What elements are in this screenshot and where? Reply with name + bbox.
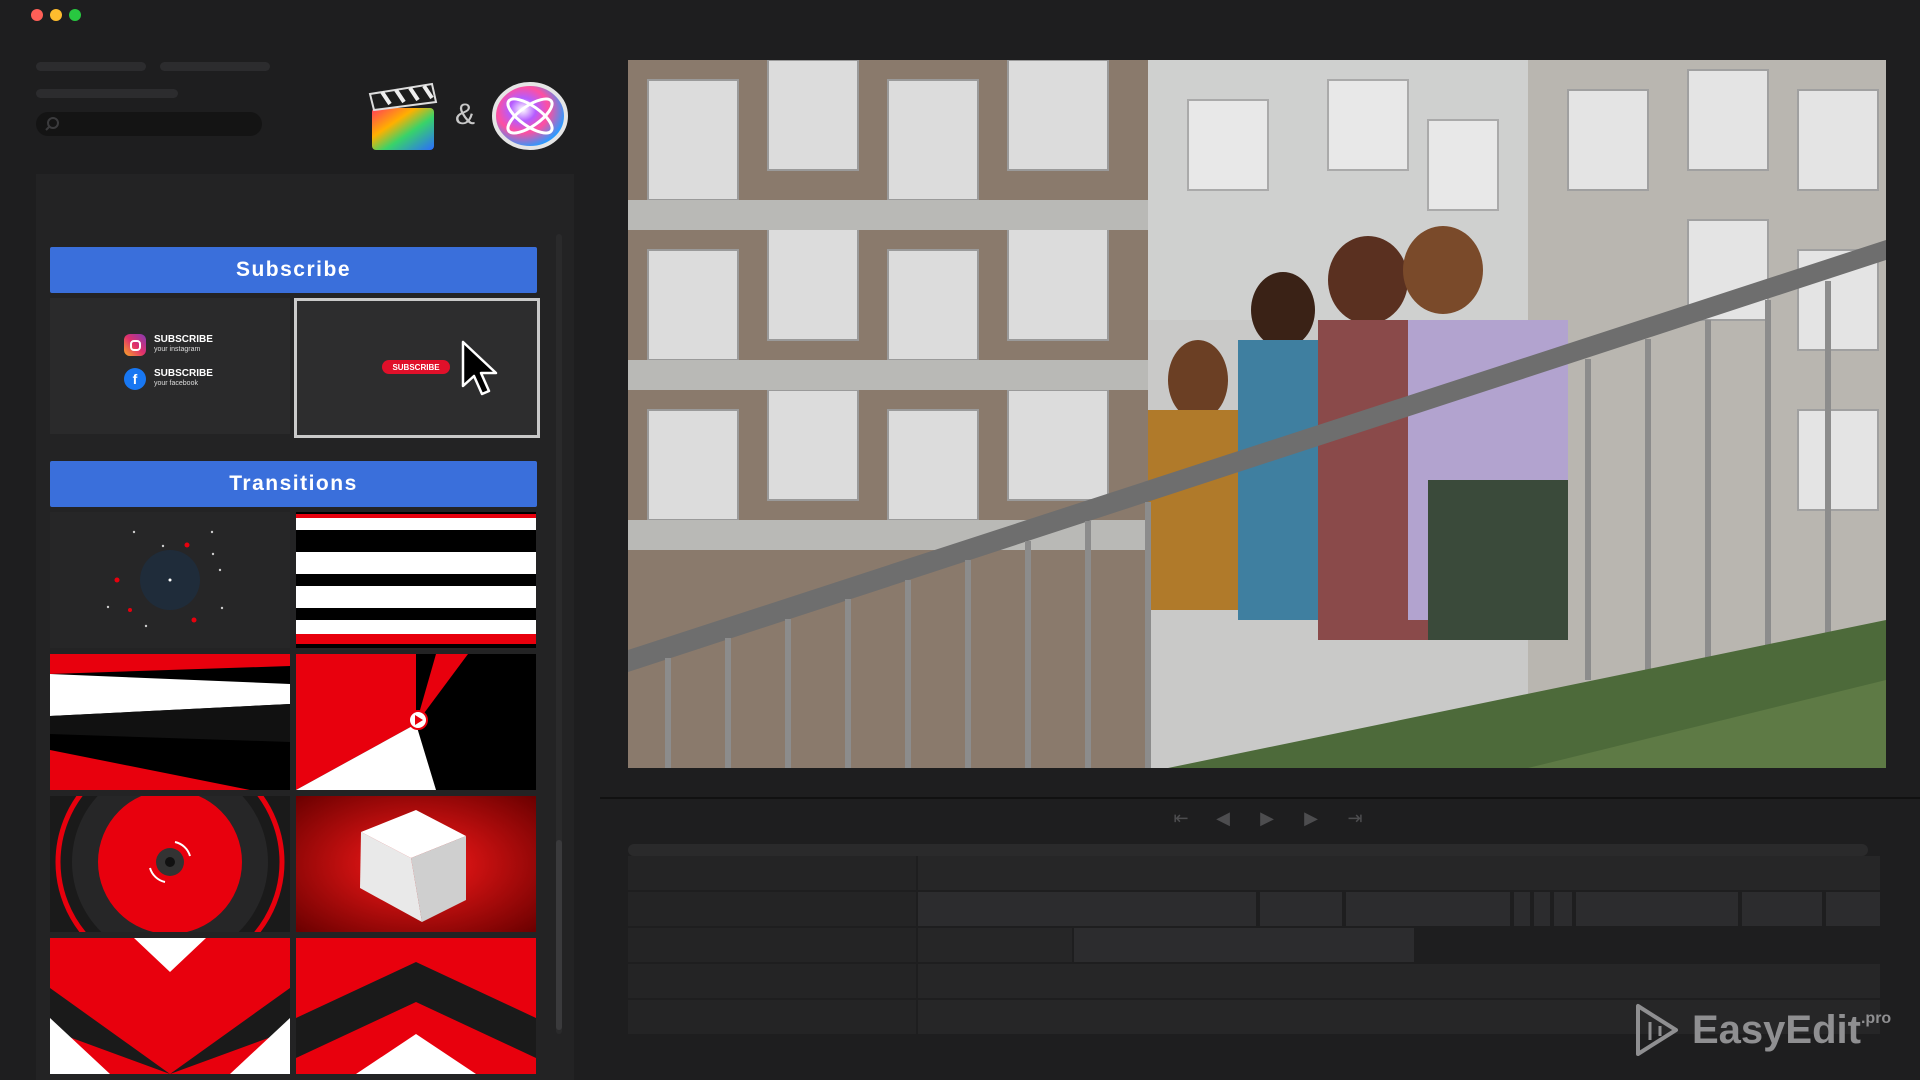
timeline-clip[interactable] xyxy=(1534,892,1550,926)
timeline-clip[interactable] xyxy=(1514,892,1530,926)
cursor-icon xyxy=(461,340,498,396)
track-header xyxy=(628,928,916,962)
thumbnail-transition-swoosh[interactable] xyxy=(50,654,290,790)
timeline-track[interactable] xyxy=(918,928,1072,962)
browser-scrollbar-thumb[interactable] xyxy=(556,840,562,1030)
close-window-button[interactable] xyxy=(31,9,43,21)
thumbnail-subscribe-button[interactable]: SUBSCRIBE xyxy=(294,298,540,438)
go-to-start-icon[interactable]: ⇤ xyxy=(1166,806,1196,830)
timeline-clip[interactable] xyxy=(1074,928,1414,962)
category-transitions-header[interactable]: Transitions xyxy=(50,461,537,507)
track-header xyxy=(628,964,916,998)
final-cut-pro-icon xyxy=(366,80,442,154)
play-icon[interactable]: ▶︎ xyxy=(1252,806,1282,830)
timeline-clip[interactable] xyxy=(1826,892,1880,926)
instagram-subscribe-subtitle: your instagram xyxy=(154,346,201,353)
category-transitions-title: Transitions xyxy=(229,472,358,495)
minimize-window-button[interactable] xyxy=(50,9,62,21)
thumbnail-transition-chevron-down[interactable] xyxy=(50,938,290,1074)
instagram-subscribe-title: SUBSCRIBE xyxy=(154,334,213,345)
track-header xyxy=(628,856,916,890)
timeline-ruler[interactable] xyxy=(628,844,1868,856)
track-header xyxy=(628,1000,916,1034)
timeline-clip[interactable] xyxy=(1260,892,1342,926)
thumbnail-transition-stripes[interactable] xyxy=(296,512,536,648)
go-to-end-icon[interactable]: ⇥ xyxy=(1340,806,1370,830)
subscribe-button-preview: SUBSCRIBE xyxy=(382,360,450,374)
thumbnail-transition-cube[interactable] xyxy=(296,796,536,932)
instagram-icon xyxy=(124,334,146,356)
facebook-icon: f xyxy=(124,368,146,390)
timeline-clip[interactable] xyxy=(1576,892,1738,926)
thumbnail-transition-chevron-up[interactable] xyxy=(296,938,536,1074)
step-back-icon[interactable]: ◀︎ xyxy=(1208,806,1238,830)
brand-name: EasyEdit xyxy=(1692,1007,1861,1052)
easyedit-logo-icon xyxy=(1636,1004,1678,1056)
ampersand-label: & xyxy=(455,98,476,131)
library-title-placeholder xyxy=(36,62,146,71)
library-caption-placeholder xyxy=(36,89,178,98)
thumbnail-transition-play-shards[interactable] xyxy=(296,654,536,790)
thumbnail-social-subscribe[interactable]: SUBSCRIBE your instagram f SUBSCRIBE you… xyxy=(50,298,290,434)
viewer-timeline-divider[interactable] xyxy=(600,797,1920,799)
search-icon xyxy=(45,117,59,131)
timeline-clip[interactable] xyxy=(1346,892,1510,926)
timeline-clip[interactable] xyxy=(1554,892,1572,926)
step-forward-icon[interactable]: ▶︎ xyxy=(1296,806,1326,830)
facebook-subscribe-title: SUBSCRIBE xyxy=(154,368,213,379)
zoom-window-button[interactable] xyxy=(69,9,81,21)
category-subscribe-title: Subscribe xyxy=(235,258,352,281)
video-viewer-frame[interactable] xyxy=(628,60,1886,768)
timeline-track[interactable] xyxy=(918,856,1880,890)
timeline-track[interactable] xyxy=(918,964,1880,998)
timeline-clip[interactable] xyxy=(1742,892,1822,926)
motion-icon xyxy=(490,80,572,150)
thumbnail-transition-target-circle[interactable] xyxy=(50,796,290,932)
search-input[interactable] xyxy=(36,112,262,136)
track-header xyxy=(628,892,916,926)
facebook-subscribe-subtitle: your facebook xyxy=(154,380,198,387)
timeline-clip[interactable] xyxy=(918,892,1256,926)
brand-suffix: .pro xyxy=(1860,1010,1892,1027)
library-subtitle-placeholder xyxy=(160,62,270,71)
easyedit-logo: EasyEdit .pro xyxy=(1628,1000,1891,1060)
category-subscribe-header[interactable]: Subscribe xyxy=(50,247,537,293)
thumbnail-transition-dot-circle[interactable] xyxy=(50,512,290,648)
